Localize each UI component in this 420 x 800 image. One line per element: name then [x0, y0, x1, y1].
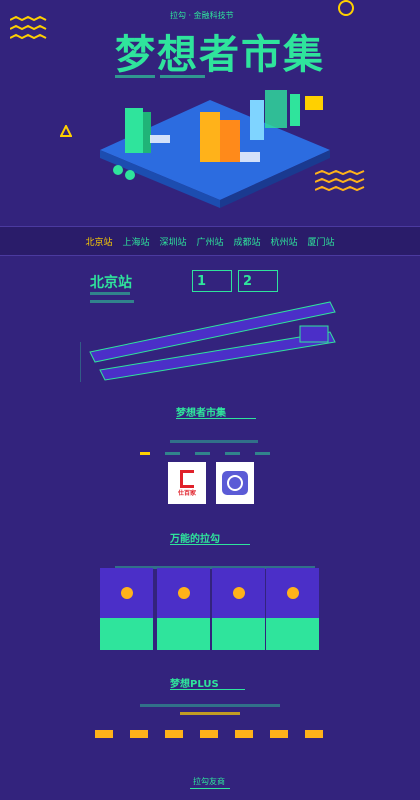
tab-shanghai[interactable]: 上海站: [117, 235, 154, 248]
lagou-card-3[interactable]: [212, 568, 265, 650]
lagou-card-1-bottom: [100, 618, 153, 650]
plus-desc: [140, 702, 280, 721]
plus-tag-4[interactable]: [200, 730, 218, 738]
chevron-icon: [286, 587, 299, 599]
triangle-decoration: [59, 122, 73, 141]
lagou-card-1[interactable]: [100, 568, 153, 650]
plus-tag-5[interactable]: [235, 730, 253, 738]
lagou-card-4[interactable]: [266, 568, 319, 650]
isometric-city-illustration: [90, 80, 340, 210]
star-icon: [120, 587, 133, 599]
lagou-card-2[interactable]: [157, 568, 210, 650]
step-two: 2: [238, 270, 278, 292]
step-one-number: 1: [197, 273, 207, 289]
station-name: 北京站: [90, 275, 132, 291]
step-one: 1: [192, 270, 232, 292]
station-tabs: 北京站 上海站 深圳站 广州站 成都站 杭州站 厦门站: [0, 226, 420, 256]
logo-shibaijia[interactable]: 仕百家: [168, 462, 206, 504]
tab-beijing[interactable]: 北京站: [80, 235, 117, 248]
plus-tag-1[interactable]: [95, 730, 113, 738]
ring-decoration: [338, 0, 354, 16]
hero-subtitle: 拉勾 · 金融科技节: [170, 11, 234, 20]
lagou-card-4-top: [266, 568, 319, 618]
hero: 拉勾 · 金融科技节 梦想者市集: [0, 0, 420, 215]
market-heading-underline: [176, 418, 256, 419]
lagou-card-2-top: [157, 568, 210, 618]
market-filter-row: [140, 442, 280, 461]
plus-heading: 梦想PLUS: [170, 679, 219, 690]
camera-icon: [222, 471, 248, 495]
lagou-heading: 万能的拉勾: [170, 534, 220, 545]
plus-tag-7[interactable]: [305, 730, 323, 738]
shibaijia-logo-mark: [180, 469, 194, 488]
zigzag-decoration-top-left: [9, 15, 50, 45]
lagou-card-3-top: [212, 568, 265, 618]
grid-icon: [232, 587, 245, 599]
market-heading: 梦想者市集: [176, 408, 226, 419]
tab-guangzhou[interactable]: 广州站: [191, 235, 228, 248]
tab-shenzhen[interactable]: 深圳站: [154, 235, 191, 248]
lagou-heading-underline: [170, 544, 250, 545]
plus-tag-row: [95, 730, 325, 750]
tab-xiamen[interactable]: 厦门站: [303, 235, 340, 248]
spark-icon: [177, 587, 190, 599]
station-section: 北京站 1 2: [0, 262, 420, 382]
footer-heading-underline: [190, 788, 230, 789]
step-two-number: 2: [243, 273, 253, 289]
footer-heading: 拉勾友商: [193, 777, 225, 786]
plus-tag-6[interactable]: [270, 730, 288, 738]
lagou-card-2-bottom: [157, 618, 210, 650]
tab-hangzhou[interactable]: 杭州站: [266, 235, 303, 248]
lagou-card-3-bottom: [212, 618, 265, 650]
lagou-card-1-top: [100, 568, 153, 618]
venue-map: [79, 292, 350, 382]
shibaijia-logo-label: 仕百家: [177, 489, 196, 497]
plus-tag-3[interactable]: [165, 730, 183, 738]
logo-camera-app[interactable]: [216, 462, 254, 504]
plus-heading-underline: [170, 689, 245, 690]
tab-list: 北京站 上海站 深圳站 广州站 成都站 杭州站 厦门站: [80, 235, 339, 248]
plus-tag-2[interactable]: [130, 730, 148, 738]
tab-chengdu[interactable]: 成都站: [229, 235, 266, 248]
lagou-card-4-bottom: [266, 618, 319, 650]
